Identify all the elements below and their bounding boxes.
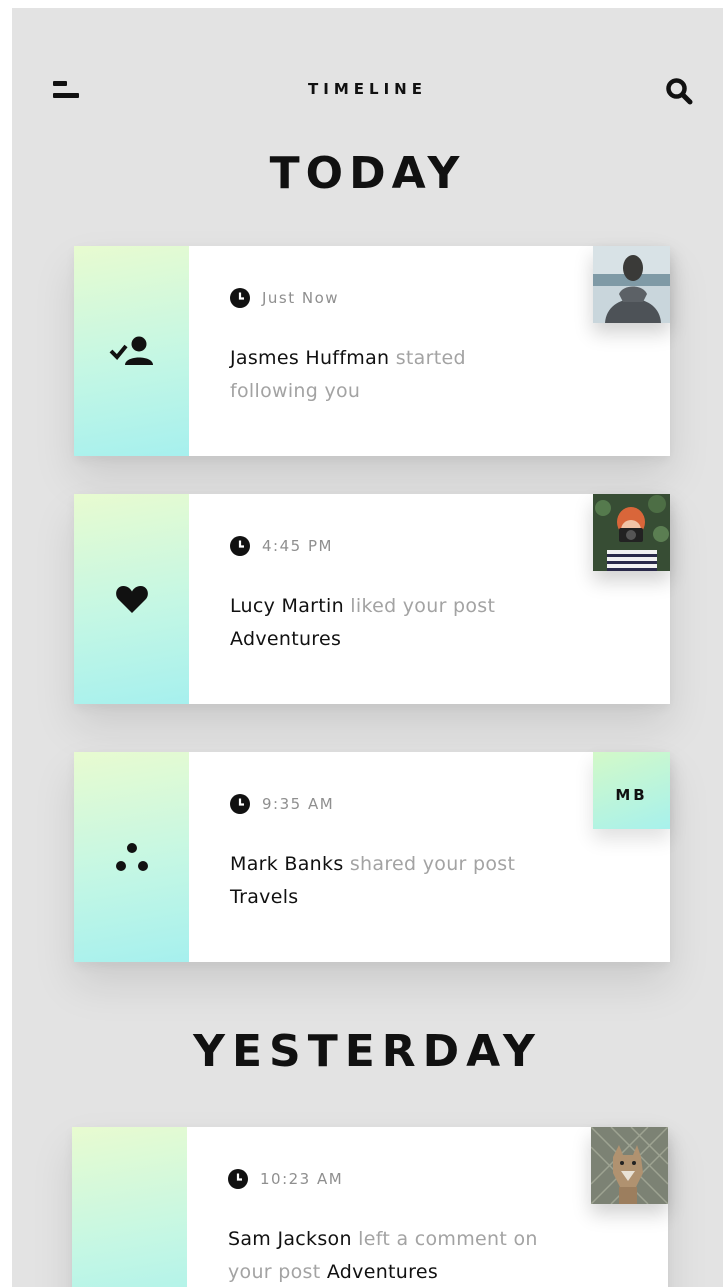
card-accent-strip (74, 494, 189, 704)
share-icon (115, 843, 148, 871)
notification-time: 10:23 AM (228, 1169, 343, 1189)
notification-card[interactable]: 4:45 PM Lucy Martin liked your post Adve… (74, 494, 670, 704)
user-name[interactable]: Sam Jackson (228, 1228, 352, 1250)
time-label: 10:23 AM (260, 1170, 344, 1188)
clock-icon (228, 1169, 248, 1189)
notification-time: 4:45 PM (230, 536, 333, 556)
notification-action: liked your post (343, 595, 496, 617)
notification-text: Mark Banks shared your post Travels (230, 848, 560, 914)
user-check-icon (109, 336, 153, 365)
heart-icon (115, 586, 148, 613)
time-label: 9:35 AM (262, 795, 335, 813)
avatar[interactable] (593, 246, 670, 323)
post-title[interactable]: Adventures (230, 628, 341, 650)
time-label: Just Now (262, 289, 340, 307)
notification-text: Lucy Martin liked your post Adventures (230, 590, 560, 656)
clock-icon (230, 288, 250, 308)
section-heading-today: TODAY (269, 148, 466, 199)
card-accent-strip (72, 1127, 187, 1287)
time-label: 4:45 PM (262, 537, 333, 555)
section-heading-yesterday: YESTERDAY (193, 1026, 542, 1077)
notification-card[interactable]: 9:35 AM Mark Banks shared your post Trav… (74, 752, 670, 962)
search-icon[interactable] (664, 76, 694, 106)
clock-icon (230, 794, 250, 814)
avatar[interactable] (593, 494, 670, 571)
avatar[interactable] (591, 1127, 668, 1204)
notification-time: Just Now (230, 288, 339, 308)
post-title[interactable]: Adventures (327, 1261, 438, 1283)
notification-time: 9:35 AM (230, 794, 334, 814)
card-accent-strip (74, 752, 189, 962)
notification-action: shared your post (343, 853, 516, 875)
user-name[interactable]: Mark Banks (230, 853, 344, 875)
user-name[interactable]: Jasmes Huffman (230, 347, 389, 369)
page-title: TIMELINE (308, 80, 427, 98)
avatar-initials[interactable]: MB (593, 752, 670, 829)
notification-text: Jasmes Huffman started following you (230, 342, 560, 408)
notification-text: Sam Jackson left a comment on your post … (228, 1223, 558, 1287)
post-title[interactable]: Travels (230, 886, 298, 908)
timeline-screen: TIMELINE TODAY Just Now Jasmes Huffman s… (12, 8, 723, 1287)
clock-icon (230, 536, 250, 556)
notification-card[interactable]: 10:23 AM Sam Jackson left a comment on y… (72, 1127, 668, 1287)
notification-card[interactable]: Just Now Jasmes Huffman started followin… (74, 246, 670, 456)
user-name[interactable]: Lucy Martin (230, 595, 344, 617)
avatar-initials-text: MB (615, 786, 648, 804)
card-accent-strip (74, 246, 189, 456)
